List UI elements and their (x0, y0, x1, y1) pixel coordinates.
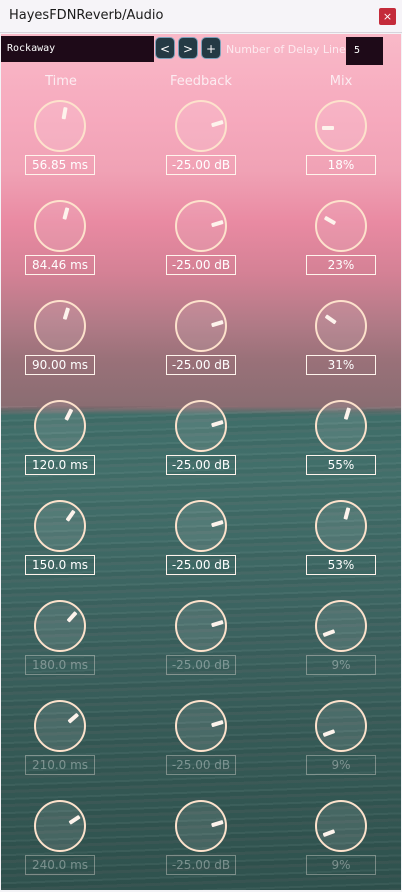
mix-knob[interactable] (315, 500, 367, 552)
feedback-value-box[interactable]: -25.00 dB (166, 755, 236, 775)
knob-pointer (322, 829, 336, 838)
knob-pointer (61, 106, 68, 120)
knob-pointer (211, 319, 224, 328)
knob-pointer (68, 814, 81, 825)
feedback-value-box[interactable]: -25.00 dB (166, 555, 236, 575)
knob-pointer (343, 407, 352, 420)
knob-pointer (62, 207, 70, 220)
knob-pointer (211, 819, 224, 828)
knob-pointer (324, 314, 337, 325)
mix-value-box[interactable]: 55% (306, 455, 376, 475)
feedback-value-box[interactable]: -25.00 dB (166, 155, 236, 175)
time-value-box[interactable]: 56.85 ms (25, 155, 95, 175)
feedback-knob[interactable] (175, 700, 227, 752)
preset-name[interactable]: Rockaway (1, 36, 154, 62)
feedback-value-box[interactable]: -25.00 dB (166, 855, 236, 875)
feedback-knob[interactable] (175, 300, 227, 352)
time-value-box[interactable]: 84.46 ms (25, 255, 95, 275)
time-value-box[interactable]: 210.0 ms (25, 755, 95, 775)
knob-pointer (211, 519, 224, 528)
time-knob[interactable] (34, 300, 86, 352)
knob-pointer (211, 619, 224, 628)
title-bar: HayesFDNReverb/Audio × (0, 0, 402, 33)
knob-pointer (211, 719, 224, 728)
prev-preset-button[interactable]: < (155, 37, 175, 59)
time-value-box[interactable]: 90.00 ms (25, 355, 95, 375)
knob-pointer (66, 611, 78, 623)
mix-knob[interactable] (315, 700, 367, 752)
knob-pointer (67, 712, 80, 724)
mix-value-box[interactable]: 9% (306, 755, 376, 775)
time-value-box[interactable]: 180.0 ms (25, 655, 95, 675)
mix-value-box[interactable]: 31% (306, 355, 376, 375)
window-title: HayesFDNReverb/Audio (9, 8, 164, 23)
knob-pointer (322, 729, 336, 738)
preset-bar: Rockaway < > + Number of Delay Lines 5 (1, 36, 401, 65)
knob-pointer (64, 408, 74, 421)
mix-knob[interactable] (315, 800, 367, 852)
knob-pointer (65, 509, 76, 522)
delay-lines-value[interactable]: 5 (346, 37, 383, 65)
mix-value-box[interactable]: 53% (306, 555, 376, 575)
feedback-value-box[interactable]: -25.00 dB (166, 455, 236, 475)
time-knob[interactable] (34, 500, 86, 552)
knob-pointer (322, 126, 334, 130)
feedback-value-box[interactable]: -25.00 dB (166, 355, 236, 375)
feedback-header: Feedback (170, 74, 232, 89)
time-knob[interactable] (34, 100, 86, 152)
feedback-knob[interactable] (175, 400, 227, 452)
time-knob[interactable] (34, 800, 86, 852)
next-preset-button[interactable]: > (178, 37, 198, 59)
add-preset-button[interactable]: + (201, 37, 221, 59)
mix-value-box[interactable]: 18% (306, 155, 376, 175)
mix-knob[interactable] (315, 200, 367, 252)
mix-knob[interactable] (315, 300, 367, 352)
mix-header: Mix (329, 74, 353, 89)
knob-pointer (343, 507, 351, 520)
mix-knob[interactable] (315, 400, 367, 452)
feedback-value-box[interactable]: -25.00 dB (166, 655, 236, 675)
plugin-panel: Rockaway < > + Number of Delay Lines 5 T… (1, 34, 401, 890)
time-value-box[interactable]: 120.0 ms (25, 455, 95, 475)
knob-pointer (322, 629, 336, 638)
feedback-knob[interactable] (175, 600, 227, 652)
feedback-knob[interactable] (175, 800, 227, 852)
delay-lines-label: Number of Delay Lines (226, 43, 352, 56)
time-knob[interactable] (34, 400, 86, 452)
mix-value-box[interactable]: 9% (306, 855, 376, 875)
time-knob[interactable] (34, 600, 86, 652)
feedback-knob[interactable] (175, 200, 227, 252)
feedback-value-box[interactable]: -25.00 dB (166, 255, 236, 275)
mix-knob[interactable] (315, 600, 367, 652)
knob-pointer (62, 307, 71, 320)
knob-pointer (211, 119, 224, 128)
feedback-knob[interactable] (175, 100, 227, 152)
mix-value-box[interactable]: 23% (306, 255, 376, 275)
time-knob[interactable] (34, 700, 86, 752)
knob-pointer (211, 219, 224, 228)
knob-pointer (323, 215, 337, 226)
close-button[interactable]: × (379, 8, 396, 25)
knob-pointer (211, 419, 224, 428)
time-value-box[interactable]: 150.0 ms (25, 555, 95, 575)
mix-knob[interactable] (315, 100, 367, 152)
time-header: Time (45, 74, 77, 89)
mix-value-box[interactable]: 9% (306, 655, 376, 675)
feedback-knob[interactable] (175, 500, 227, 552)
time-value-box[interactable]: 240.0 ms (25, 855, 95, 875)
time-knob[interactable] (34, 200, 86, 252)
